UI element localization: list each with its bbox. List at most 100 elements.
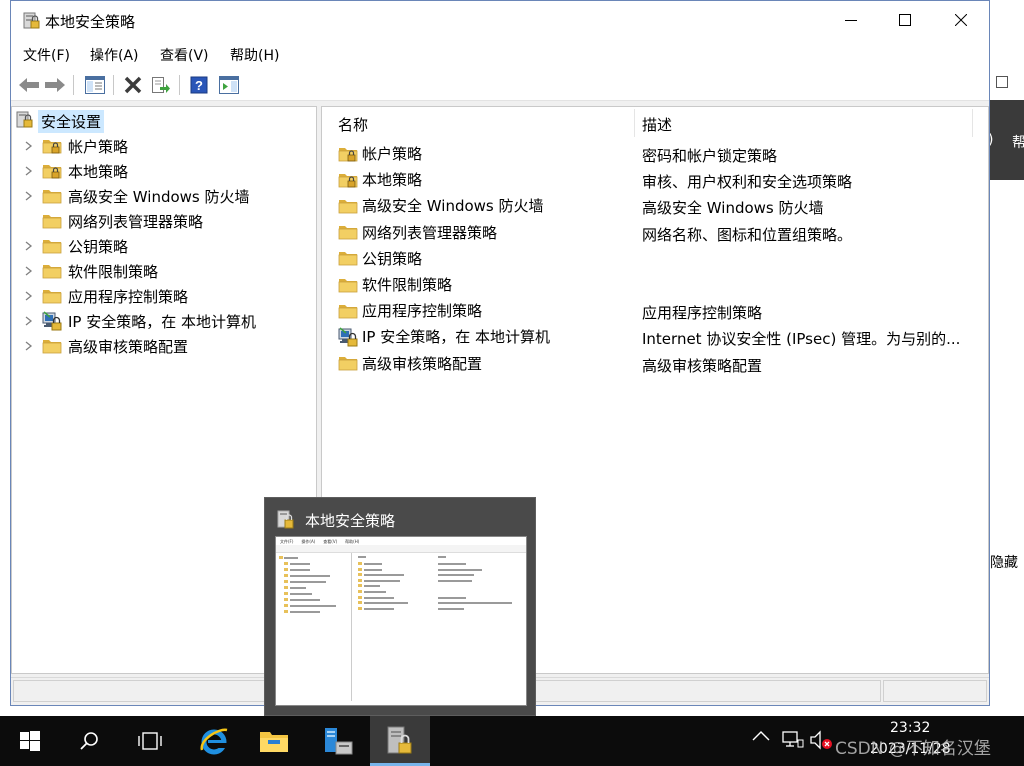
tree-item[interactable]: 网络列表管理器策略 — [22, 209, 203, 233]
folder-icon — [338, 249, 358, 267]
list-row-name: 软件限制策略 — [362, 276, 453, 294]
title-bar[interactable]: 本地安全策略 — [11, 1, 989, 39]
forward-arrow-icon[interactable] — [43, 73, 67, 97]
volume-tray-button[interactable] — [810, 730, 834, 750]
thumb-text-line — [364, 591, 386, 593]
chevron-right-icon[interactable] — [22, 341, 36, 351]
thumb-text-line — [438, 596, 466, 599]
list-row-name: 应用程序控制策略 — [362, 302, 483, 321]
tree-item-label: 本地策略 — [68, 162, 129, 181]
column-header-name[interactable]: 名称 — [338, 107, 368, 141]
thumb-folder-icon — [358, 562, 362, 565]
volume-muted-icon — [810, 730, 832, 750]
tree-item-label: 公钥策略 — [68, 237, 129, 256]
security-settings-icon — [16, 109, 34, 133]
tree-item[interactable]: 应用程序控制策略 — [22, 284, 188, 308]
thumb-folder-icon — [284, 580, 288, 583]
taskbar: 23:32 2023/11/28 CSDN @不知名汉堡 — [0, 716, 1024, 766]
menu-help[interactable]: 帮助(H) — [230, 45, 279, 65]
folder-icon — [42, 237, 62, 255]
tree-root-security-settings[interactable]: 安全设置 — [16, 109, 105, 133]
chevron-right-icon[interactable] — [22, 316, 36, 326]
preview-thumbnail: 文件(F) 操作(A) 查看(V) 帮助(H) — [275, 536, 527, 706]
tree-item-label: 应用程序控制策略 — [68, 287, 189, 306]
list-row[interactable]: 本地策略 审核、用户权利和安全选项策略 — [322, 167, 988, 193]
file-explorer-button[interactable] — [244, 716, 304, 766]
delete-icon[interactable] — [121, 73, 145, 97]
maximize-button[interactable] — [877, 1, 933, 39]
thumb-text-line — [290, 611, 320, 613]
tree-item[interactable]: 本地策略 — [22, 159, 128, 183]
thumb-text-line — [438, 556, 446, 558]
show-hide-console-tree-icon[interactable] — [83, 73, 107, 97]
lock-folder-icon — [42, 137, 62, 155]
show-action-pane-icon[interactable] — [217, 73, 241, 97]
server-manager-button[interactable] — [308, 716, 368, 766]
network-icon — [782, 731, 804, 748]
menu-view[interactable]: 查看(V) — [160, 45, 209, 65]
thumb-text-line — [438, 579, 472, 582]
help-icon[interactable]: ? — [187, 73, 211, 97]
list-row[interactable]: 应用程序控制策略 应用程序控制策略 — [322, 298, 988, 324]
internet-explorer-icon — [200, 728, 228, 755]
column-header-description[interactable]: 描述 — [642, 107, 672, 141]
tree-item[interactable]: 软件限制策略 — [22, 259, 158, 283]
list-row[interactable]: 帐户策略 密码和帐户锁定策略 — [322, 141, 988, 167]
list-row[interactable]: 高级审核策略配置 高级审核策略配置 — [322, 351, 988, 377]
menu-action[interactable]: 操作(A) — [90, 45, 139, 65]
export-list-icon[interactable] — [149, 73, 173, 97]
minimize-button[interactable] — [823, 1, 879, 39]
chevron-right-icon[interactable] — [22, 266, 36, 276]
menu-file[interactable]: 文件(F) — [23, 45, 70, 65]
thumb-folder-icon — [358, 567, 362, 571]
back-arrow-icon[interactable] — [17, 73, 41, 97]
close-button[interactable] — [933, 1, 989, 39]
show-hidden-icons-button[interactable] — [752, 730, 770, 742]
background-hide-label: 隐藏 — [990, 555, 1018, 571]
network-tray-button[interactable] — [782, 730, 804, 750]
chevron-up-icon — [752, 731, 770, 741]
thumb-folder-icon — [284, 592, 288, 595]
thumb-folder-icon — [358, 573, 362, 577]
tree-item[interactable]: 高级审核策略配置 — [22, 334, 188, 358]
tree-item[interactable]: 公钥策略 — [22, 234, 128, 258]
chevron-right-icon[interactable] — [22, 166, 36, 176]
list-row[interactable]: 高级安全 Windows 防火墙 高级安全 Windows 防火墙 — [322, 193, 988, 219]
list-row-description: 密码和帐户锁定策略 — [642, 147, 778, 165]
background-checkbox[interactable] — [996, 76, 1008, 88]
list-row-description: Internet 协议安全性 (IPsec) 管理。为与别的... — [642, 330, 961, 349]
folder-icon — [338, 223, 358, 241]
thumb-text-line — [358, 556, 366, 558]
list-row-name: 本地策略 — [362, 171, 423, 190]
internet-explorer-button[interactable] — [184, 716, 244, 766]
list-row-description: 网络名称、图标和位置组策略。 — [642, 225, 853, 244]
thumb-folder-icon — [358, 590, 362, 593]
tree-item[interactable]: IP 安全策略，在 本地计算机 — [22, 309, 256, 333]
thumb-folder-icon — [284, 598, 288, 601]
chevron-right-icon[interactable] — [22, 291, 36, 301]
thumb-folder-icon — [284, 574, 288, 577]
search-icon — [80, 732, 98, 750]
list-row[interactable]: 网络列表管理器策略 网络名称、图标和位置组策略。 — [322, 220, 988, 246]
watermark-text: CSDN @不知名汉堡 — [835, 739, 991, 759]
list-row-name: 网络列表管理器策略 — [362, 223, 498, 242]
search-button[interactable] — [60, 716, 120, 766]
folder-icon — [42, 212, 62, 230]
local-security-policy-taskbar-button[interactable] — [370, 716, 430, 766]
list-row[interactable]: 软件限制策略 — [322, 272, 988, 298]
list-row[interactable]: 公钥策略 — [322, 246, 988, 272]
tree-item[interactable]: 帐户策略 — [22, 134, 128, 158]
chevron-right-icon[interactable] — [22, 141, 36, 151]
security-policy-app-icon — [277, 508, 295, 534]
start-button[interactable] — [0, 716, 60, 766]
task-view-button[interactable] — [120, 716, 180, 766]
list-row[interactable]: IP 安全策略，在 本地计算机 Internet 协议安全性 (IPsec) 管理… — [322, 324, 988, 350]
tree-item[interactable]: 高级安全 Windows 防火墙 — [22, 184, 250, 208]
chevron-right-icon[interactable] — [22, 191, 36, 201]
list-row-description: 高级审核策略配置 — [642, 356, 763, 375]
folder-icon — [42, 187, 62, 205]
taskbar-thumbnail-preview[interactable]: 本地安全策略 文件(F) 操作(A) 查看(V) 帮助(H) — [264, 497, 536, 716]
thumb-folder-icon — [358, 601, 362, 605]
security-policy-app-icon — [23, 10, 41, 34]
chevron-right-icon[interactable] — [22, 241, 36, 251]
